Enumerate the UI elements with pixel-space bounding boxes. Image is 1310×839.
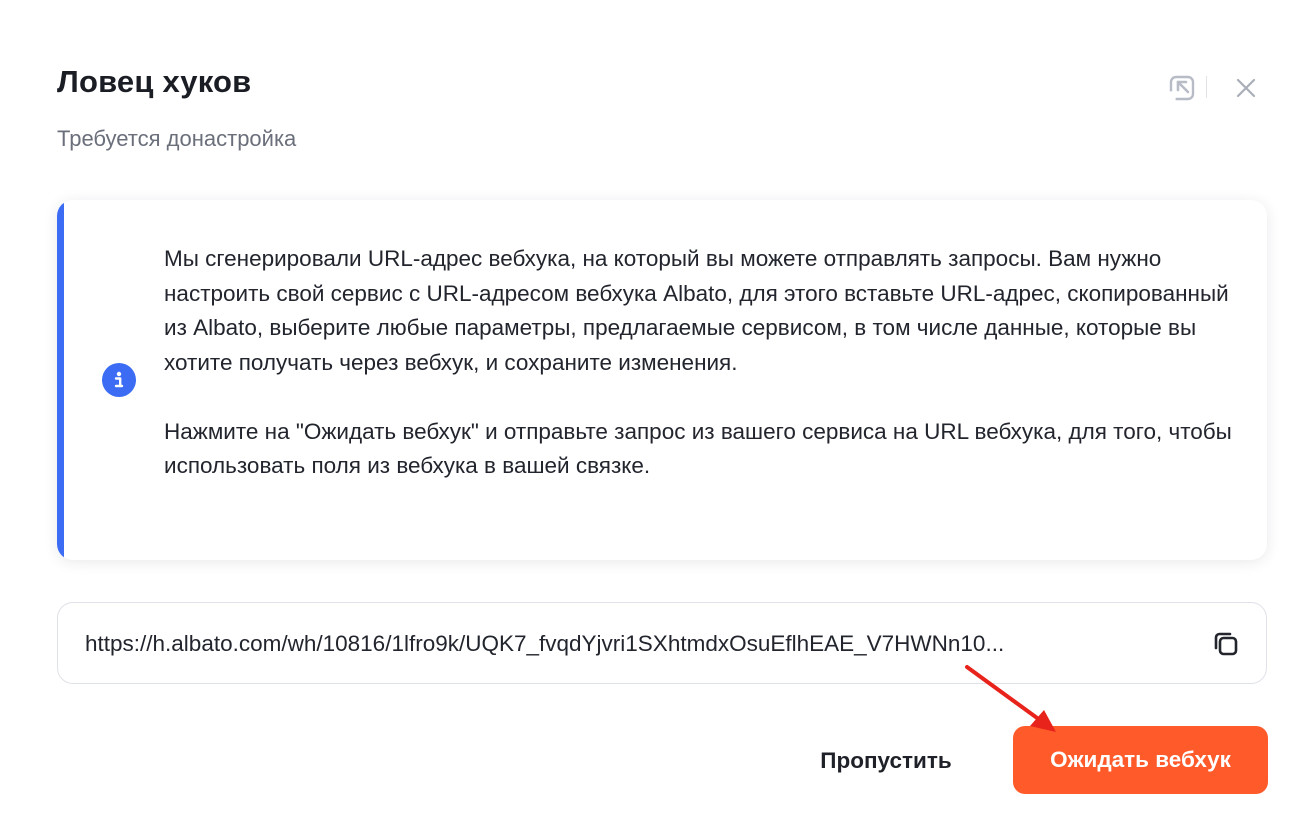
webhook-catcher-modal: Ловец хуков Требуется донастройка Мы сге (0, 0, 1310, 839)
info-paragraph-1: Мы сгенерировали URL-адрес вебхука, на к… (164, 246, 1229, 375)
webhook-url-field[interactable]: https://h.albato.com/wh/10816/1lfro9k/UQ… (57, 602, 1267, 684)
webhook-url-text[interactable]: https://h.albato.com/wh/10816/1lfro9k/UQ… (85, 628, 1185, 660)
info-icon (102, 363, 136, 397)
info-accent-bar (57, 200, 64, 560)
collapse-button[interactable] (1162, 66, 1206, 110)
info-paragraph-2: Нажмите на "Ожидать вебхук" и отправьте … (164, 418, 1232, 479)
copy-icon (1214, 632, 1238, 656)
wait-webhook-button[interactable]: Ожидать вебхук (1013, 726, 1268, 794)
collapse-arrow-icon (1169, 75, 1195, 101)
close-button[interactable] (1224, 66, 1268, 110)
modal-subtitle: Требуется донастройка (57, 126, 297, 151)
skip-button[interactable]: Пропустить (800, 728, 972, 794)
modal-title: Ловец хуков (57, 64, 252, 99)
info-text: Мы сгенерировали URL-адрес вебхука, на к… (164, 242, 1244, 484)
header-actions (1162, 66, 1262, 110)
info-card: Мы сгенерировали URL-адрес вебхука, на к… (57, 200, 1267, 560)
copy-button[interactable] (1208, 626, 1244, 662)
close-icon (1236, 78, 1256, 98)
header-divider (1206, 76, 1207, 98)
